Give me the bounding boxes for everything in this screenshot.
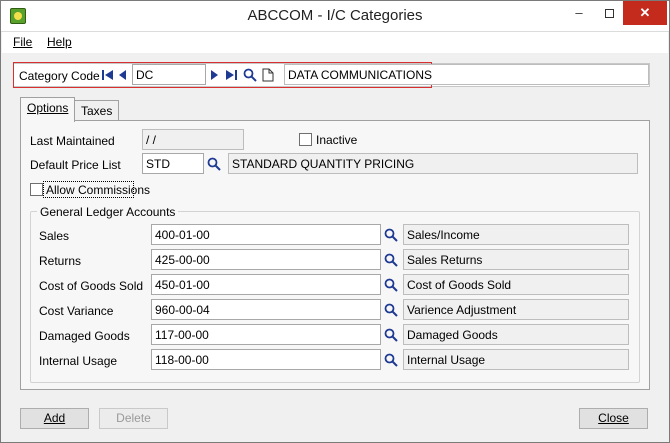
next-record-icon[interactable] (210, 69, 219, 81)
gl-account-input[interactable]: 450-01-00 (151, 274, 381, 295)
minimize-button[interactable]: – (565, 1, 593, 25)
first-record-icon[interactable] (101, 69, 114, 81)
menu-file[interactable]: File (13, 35, 32, 49)
gl-search-icon[interactable] (384, 278, 398, 292)
gl-account-input[interactable]: 400-01-00 (151, 224, 381, 245)
search-icon[interactable] (243, 68, 257, 82)
gl-account-description: Sales/Income (403, 224, 629, 245)
previous-record-icon[interactable] (118, 69, 127, 81)
tab-options-label: Options (27, 101, 69, 115)
maximize-button[interactable] (595, 1, 623, 25)
close-button-label: Close (598, 411, 629, 425)
add-button-label: Add (43, 411, 66, 425)
gl-search-icon[interactable] (384, 228, 398, 242)
gl-search-icon[interactable] (384, 353, 398, 367)
maximize-icon (604, 9, 614, 19)
allow-commissions-label: Allow Commissions (46, 183, 151, 197)
window: ABCCOM - I/C Categories – ✕ File Help Ca… (0, 0, 670, 443)
last-maintained-label: Last Maintained (30, 134, 115, 148)
gl-row-label: Cost of Goods Sold (39, 279, 144, 293)
gl-account-input[interactable]: 117-00-00 (151, 324, 381, 345)
menu-help-label: Help (47, 35, 72, 49)
menu-help[interactable]: Help (47, 35, 72, 49)
close-button[interactable]: Close (579, 408, 648, 429)
category-description-field: DATA COMMUNICATIONS (284, 64, 649, 85)
gl-row-label: Internal Usage (39, 354, 118, 368)
gl-search-icon[interactable] (384, 303, 398, 317)
delete-button[interactable]: Delete (99, 408, 168, 429)
last-record-icon[interactable] (225, 69, 238, 81)
gl-account-input[interactable]: 960-00-04 (151, 299, 381, 320)
tab-options[interactable]: Options (20, 97, 76, 122)
tab-taxes-label: Taxes (81, 104, 113, 118)
gl-account-description: Sales Returns (403, 249, 629, 270)
inactive-label: Inactive (316, 133, 358, 147)
allow-commissions-checkbox[interactable] (30, 183, 43, 196)
tab-taxes[interactable]: Taxes (74, 100, 120, 122)
gl-accounts-title: General Ledger Accounts (37, 205, 179, 219)
default-price-list-label: Default Price List (30, 158, 121, 172)
new-document-icon[interactable] (262, 68, 274, 82)
close-window-button[interactable]: ✕ (623, 1, 667, 25)
default-price-list-description: STANDARD QUANTITY PRICING (228, 153, 638, 174)
gl-account-description: Cost of Goods Sold (403, 274, 629, 295)
gl-row-label: Sales (39, 229, 70, 243)
menu-bar: File Help (2, 32, 668, 53)
gl-row-label: Damaged Goods (39, 329, 130, 343)
gl-account-description: Damaged Goods (403, 324, 629, 345)
last-maintained-field: / / (142, 129, 244, 150)
price-list-search-icon[interactable] (207, 157, 221, 171)
gl-account-input[interactable]: 425-00-00 (151, 249, 381, 270)
gl-row-label: Cost Variance (39, 304, 114, 318)
title-bar: ABCCOM - I/C Categories – ✕ (1, 1, 669, 32)
inactive-checkbox[interactable] (299, 133, 312, 146)
gl-account-description: Varience Adjustment (403, 299, 629, 320)
gl-row-label: Returns (39, 254, 82, 268)
gl-search-icon[interactable] (384, 328, 398, 342)
gl-account-input[interactable]: 118-00-00 (151, 349, 381, 370)
category-code-input[interactable]: DC (132, 64, 206, 85)
delete-button-label: Delete (116, 411, 151, 425)
gl-search-icon[interactable] (384, 253, 398, 267)
add-button[interactable]: Add (20, 408, 89, 429)
menu-file-label: File (13, 35, 33, 49)
category-code-label: Category Code (19, 69, 100, 83)
gl-account-description: Internal Usage (403, 349, 629, 370)
default-price-list-input[interactable]: STD (142, 153, 204, 174)
